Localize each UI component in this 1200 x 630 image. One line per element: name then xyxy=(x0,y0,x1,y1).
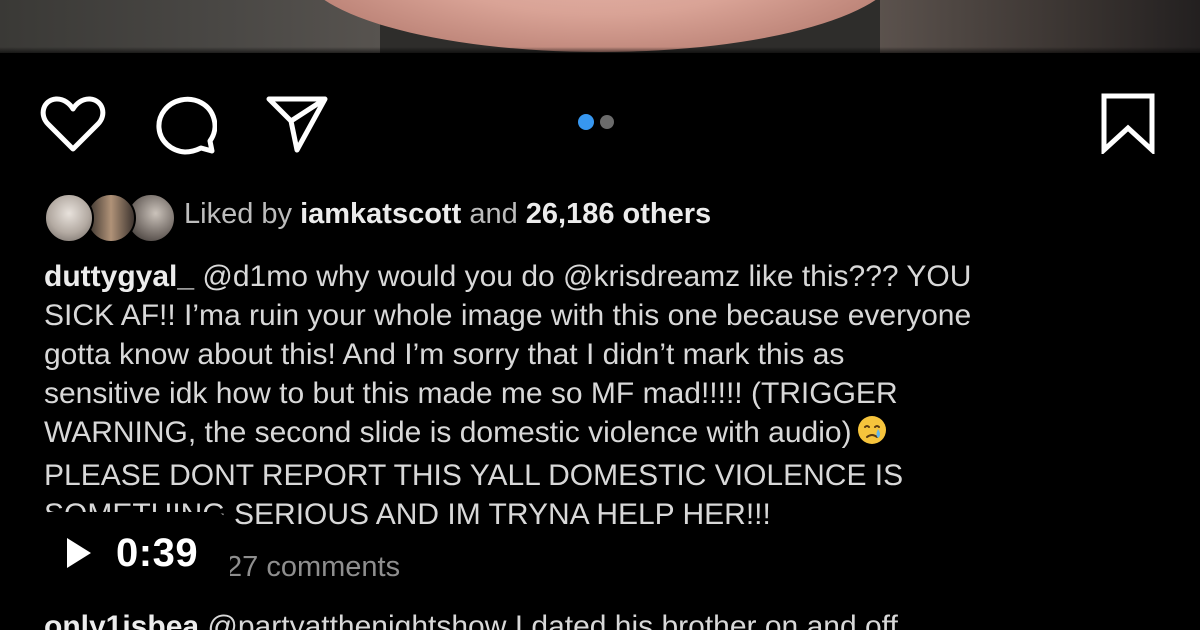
comment-icon[interactable] xyxy=(155,95,217,155)
liker-username-link[interactable]: iamkatscott xyxy=(300,198,461,230)
bookmark-icon[interactable] xyxy=(1098,92,1158,154)
caption-line: SICK AF!! I’ma ruin your whole image wit… xyxy=(44,299,972,332)
likes-count-link[interactable]: 26,186 others xyxy=(526,198,711,230)
view-comments-link[interactable]: 27 comments xyxy=(226,549,400,585)
caption-line: sensitive idk how to but this made me so… xyxy=(44,377,898,410)
carousel-dot xyxy=(600,115,614,129)
likes-prefix: Liked by xyxy=(184,198,293,230)
comment-text: @partyatthenightshow I dated his brother… xyxy=(207,610,898,630)
likes-summary: Liked by iamkatscott and 26,186 others xyxy=(184,196,711,232)
comment-row: only1isbea @partyatthenightshow I dated … xyxy=(44,607,898,630)
caption-line: PLEASE DONT REPORT THIS YALL DOMESTIC VI… xyxy=(44,459,904,492)
post-photo[interactable] xyxy=(0,0,1200,53)
video-play-control[interactable]: 0:39 xyxy=(34,512,230,594)
caption-line: gotta know about this! And I’m sorry tha… xyxy=(44,338,845,371)
liker-avatars[interactable] xyxy=(44,193,176,243)
play-icon[interactable] xyxy=(64,536,94,570)
likes-connector: and xyxy=(469,198,518,230)
crying-face-emoji xyxy=(856,414,888,456)
post-caption: duttygyal_ @d1mo why would you do @krisd… xyxy=(44,257,1169,534)
carousel-dot-active xyxy=(578,114,594,130)
caption-line: WARNING, the second slide is domestic vi… xyxy=(44,416,852,449)
share-icon[interactable] xyxy=(265,94,329,154)
heart-icon[interactable] xyxy=(40,95,106,153)
video-duration: 0:39 xyxy=(116,531,199,575)
instagram-post-screen: Liked by iamkatscott and 26,186 others d… xyxy=(0,0,1200,630)
comment-username[interactable]: only1isbea xyxy=(44,610,199,630)
caption-line: @d1mo why would you do @krisdreamz like … xyxy=(202,260,972,293)
caption-username[interactable]: duttygyal_ xyxy=(44,260,194,293)
avatar xyxy=(44,193,94,243)
